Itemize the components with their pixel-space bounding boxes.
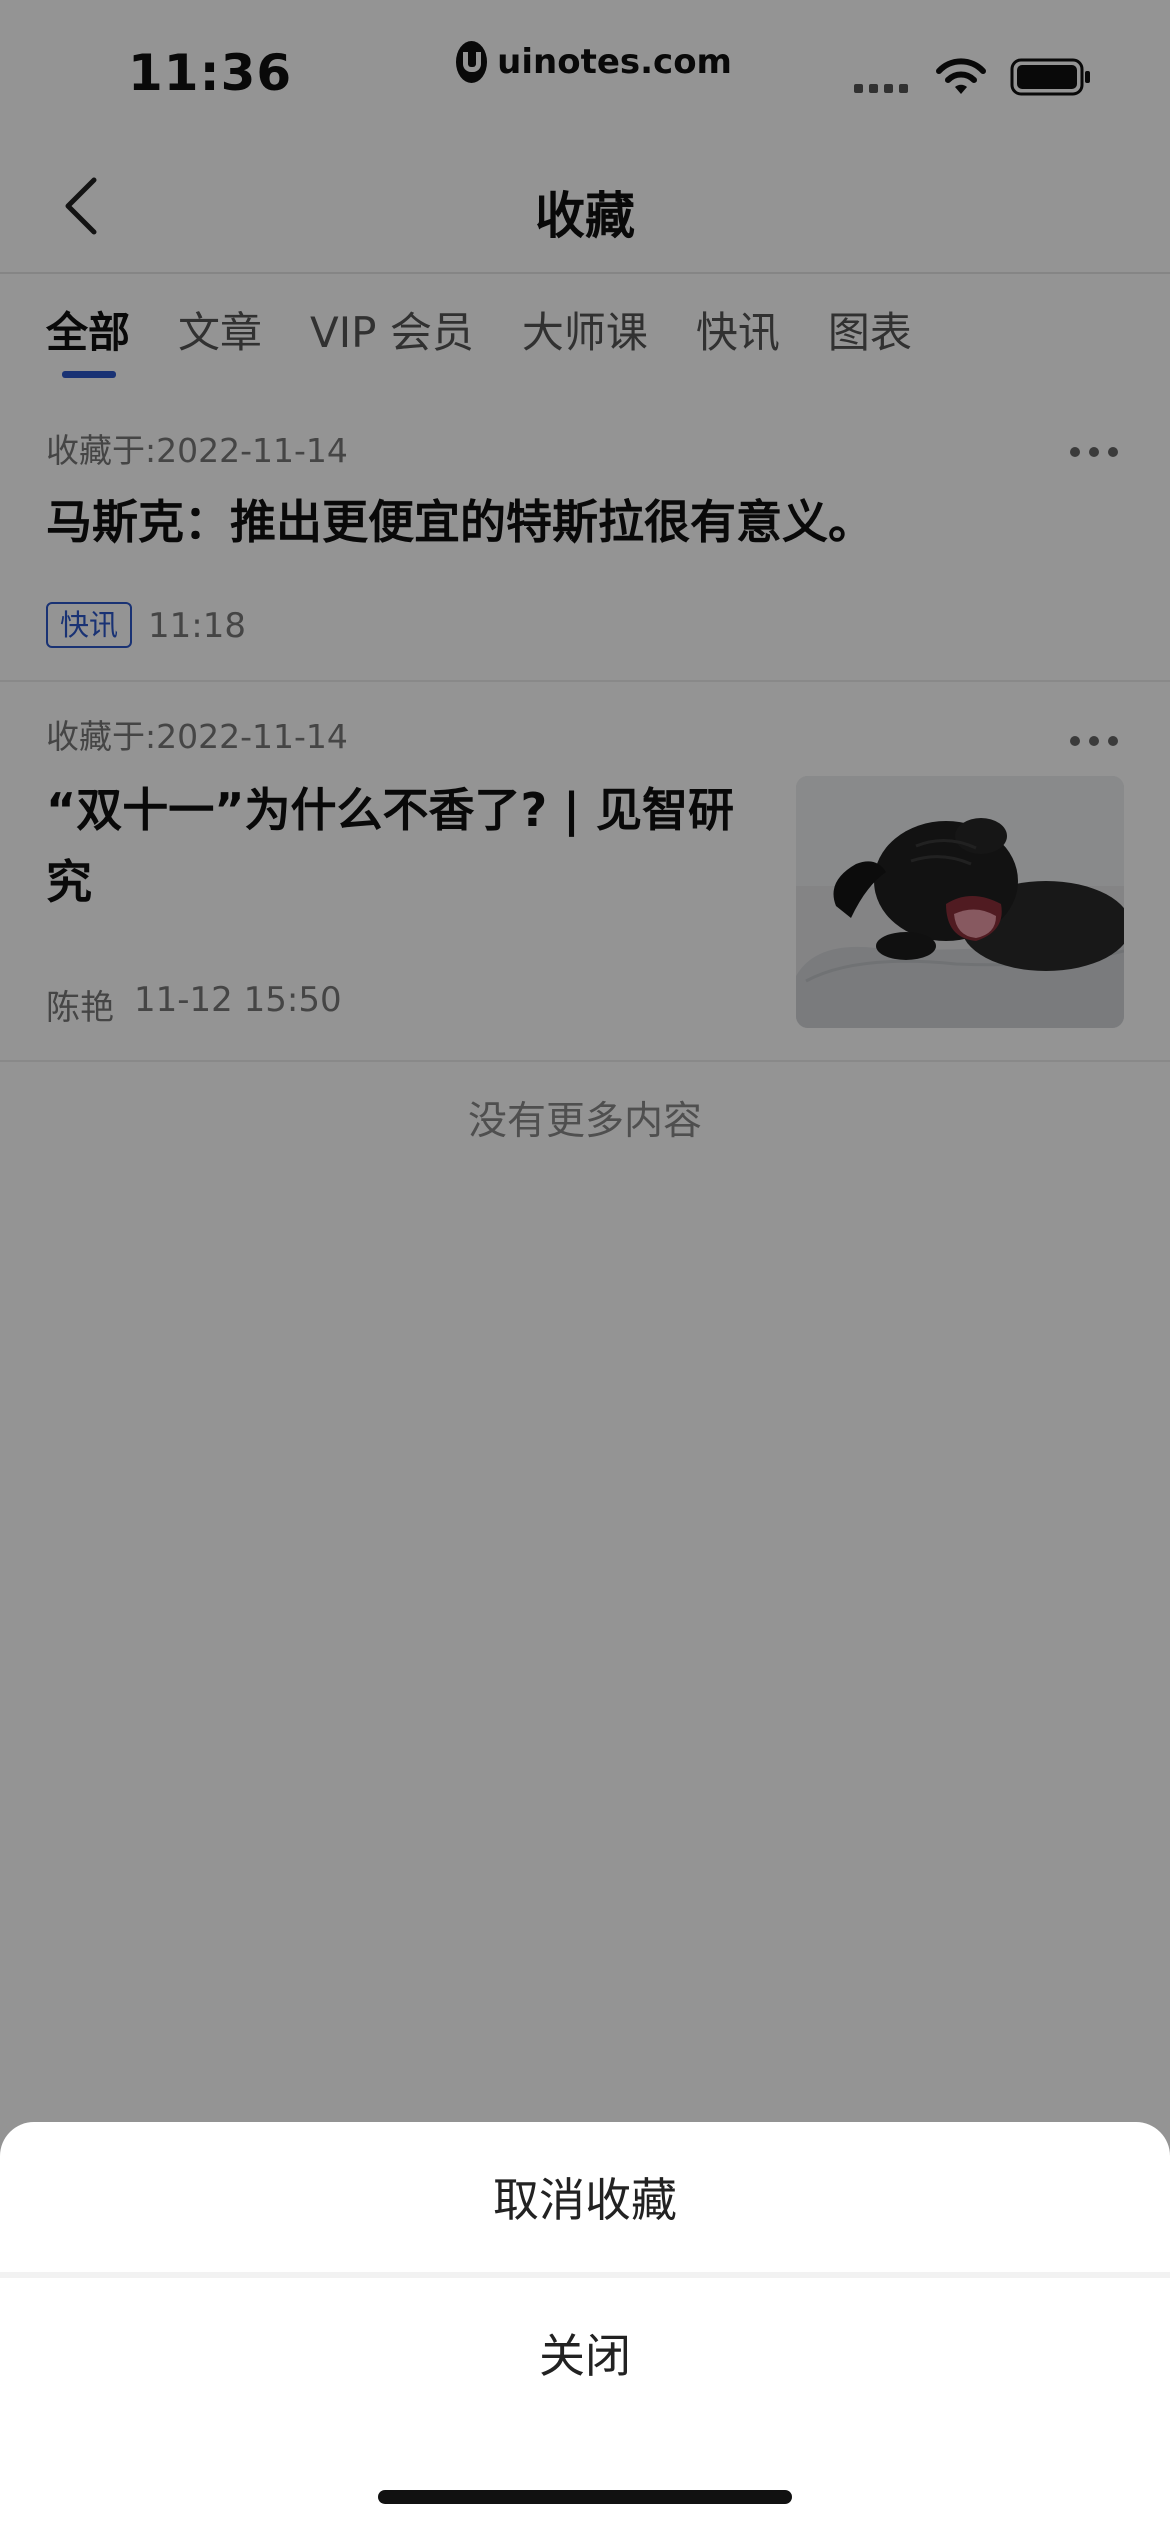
home-indicator <box>378 2490 792 2504</box>
sheet-divider <box>0 2272 1170 2278</box>
action-sheet: 取消收藏 关闭 <box>0 2122 1170 2532</box>
close-button[interactable]: 关闭 <box>0 2320 1170 2386</box>
unfavorite-button[interactable]: 取消收藏 <box>0 2164 1170 2230</box>
